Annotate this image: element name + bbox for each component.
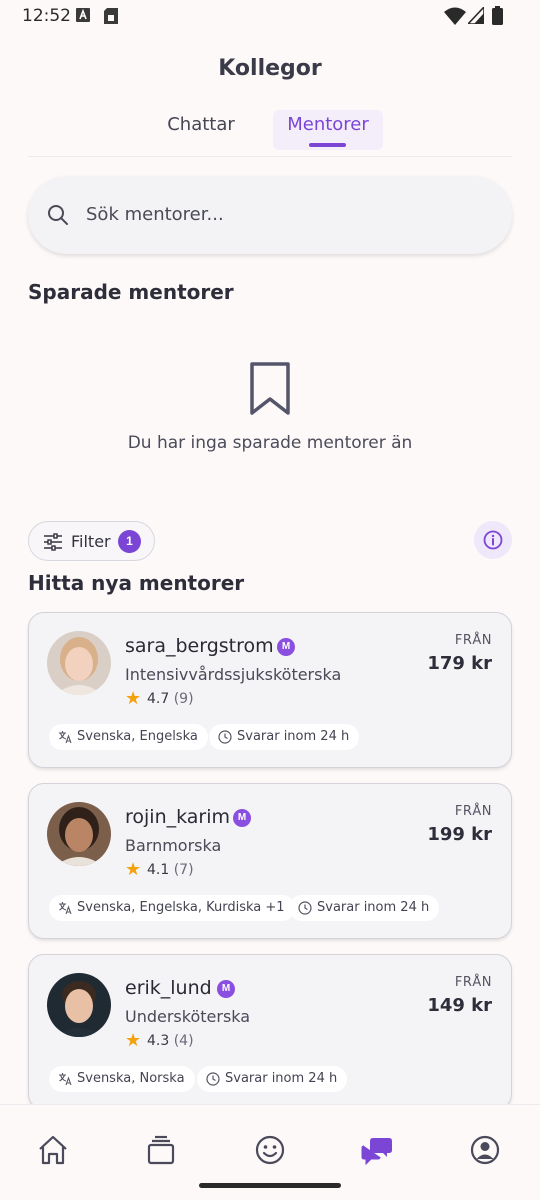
saved-mentors-heading: Sparade mentorer [28,280,234,304]
mentor-rating: 4.7 (9) [147,691,194,707]
divider [28,156,512,157]
price-label: FRÅN [454,804,492,819]
mentor-card[interactable]: sara_bergstrom M Intensivvårdssjuksköter… [28,612,512,768]
bookmark-icon [250,362,290,415]
search-placeholder: Sök mentorer... [86,204,224,225]
clock-icon [206,1072,220,1086]
active-tab-indicator [309,143,346,147]
star-icon: ★ [125,688,142,708]
mentor-rating: 4.1 (7) [147,862,194,878]
status-time: 12:52 [22,6,71,26]
price-value: 199 kr [427,824,492,845]
cards-icon[interactable] [144,1133,178,1167]
profile-icon[interactable] [468,1133,502,1167]
search-icon [48,205,68,225]
signal-icon [468,7,484,24]
tab-chattar[interactable]: Chattar [150,110,252,150]
price-value: 179 kr [427,653,492,674]
price-value: 149 kr [427,995,492,1016]
filter-label: Filter [71,532,111,551]
star-icon: ★ [125,1030,142,1050]
clock-icon [218,730,232,744]
notification-a-icon [76,8,90,22]
mentor-profession: Barnmorska [125,836,222,855]
languages-chip: Svenska, Engelska [49,724,208,750]
mentor-profession: Intensivvårdssjuksköterska [125,665,342,684]
bottom-navigation [0,1104,540,1200]
info-icon [483,530,503,550]
response-time-chip: Svarar inom 24 h [289,895,440,921]
translate-icon [59,1073,72,1086]
smiley-icon[interactable] [253,1133,287,1167]
price-label: FRÅN [454,633,492,648]
translate-icon [59,731,72,744]
avatar [47,631,111,695]
gesture-handle [199,1183,341,1188]
filter-button[interactable]: Filter 1 [28,521,155,561]
languages-chip: Svenska, Engelska, Kurdiska +1 [49,895,295,921]
mentor-profession: Undersköterska [125,1007,251,1026]
battery-icon [492,6,503,25]
mentor-badge: M [217,980,235,998]
clock-icon [298,901,312,915]
info-button[interactable] [474,521,512,559]
search-input[interactable]: Sök mentorer... [28,176,512,254]
mentor-card[interactable]: erik_lund M Undersköterska ★ 4.3 (4) FRÅ… [28,954,512,1110]
star-icon: ★ [125,859,142,879]
sliders-icon [44,533,62,551]
response-time-chip: Svarar inom 24 h [209,724,360,750]
mentor-username: rojin_karim [125,806,231,828]
filter-count-badge: 1 [118,530,141,553]
response-time-chip: Svarar inom 24 h [197,1066,348,1092]
wifi-icon [444,7,466,25]
languages-chip: Svenska, Norska [49,1066,195,1092]
mentor-badge: M [233,809,251,827]
mentor-card[interactable]: rojin_karim M Barnmorska ★ 4.1 (7) FRÅN … [28,783,512,939]
status-bar: 12:52 [0,0,540,32]
home-icon[interactable] [36,1133,70,1167]
translate-icon [59,902,72,915]
sim-card-icon [104,8,118,24]
mentor-rating: 4.3 (4) [147,1033,194,1049]
chat-bubbles-icon[interactable] [360,1133,394,1167]
avatar [47,973,111,1037]
page-title: Kollegor [218,56,322,81]
price-label: FRÅN [454,975,492,990]
tab-bar: Chattar Mentorer [0,106,540,158]
mentor-username: sara_bergstrom [125,635,274,657]
empty-state-text: Du har inga sparade mentorer än [127,433,413,453]
mentor-badge: M [277,638,295,656]
avatar [47,802,111,866]
mentor-username: erik_lund [125,977,212,999]
find-mentors-heading: Hitta nya mentorer [28,571,245,595]
